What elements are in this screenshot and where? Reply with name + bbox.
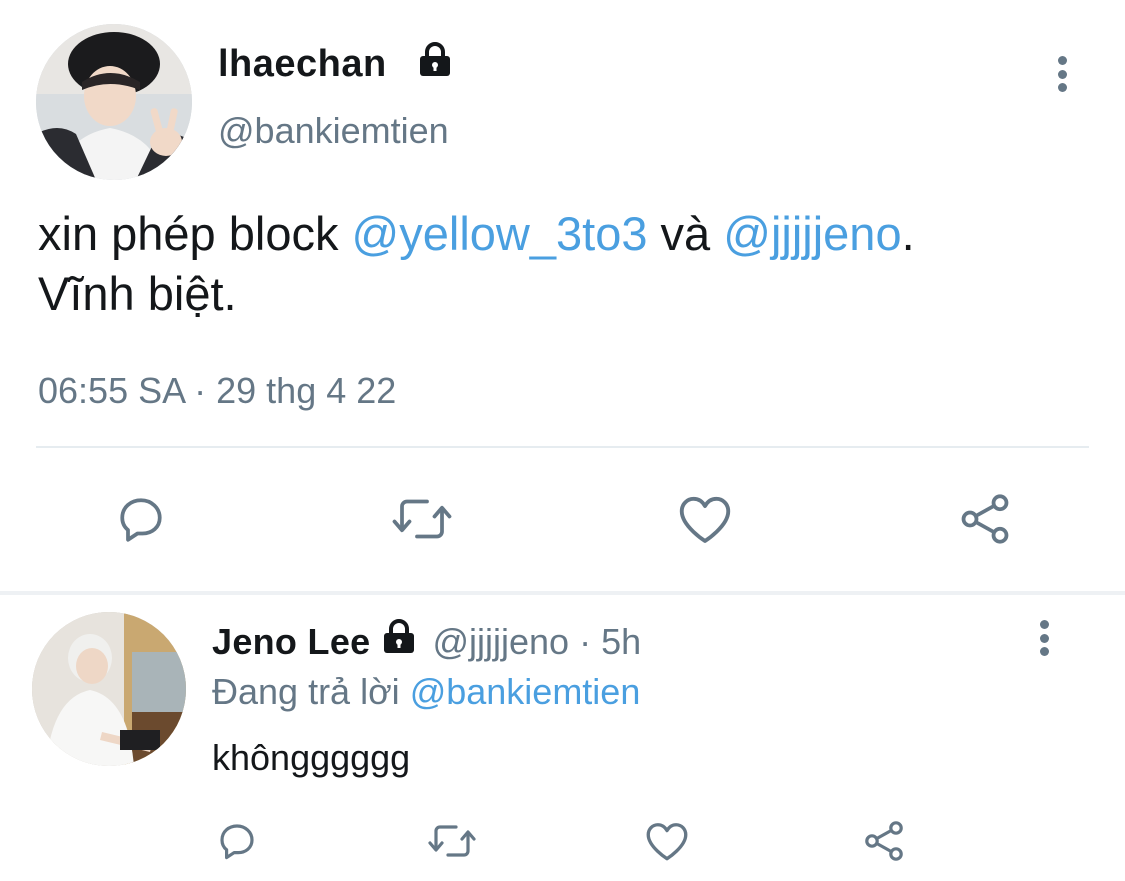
section-separator xyxy=(0,591,1125,595)
lock-icon xyxy=(380,617,418,664)
more-options-icon[interactable] xyxy=(1056,56,1068,92)
tweet-text-prefix: xin phép block xyxy=(38,207,352,260)
retweet-icon xyxy=(392,499,452,539)
heart-icon xyxy=(679,496,731,543)
reply-like-button[interactable] xyxy=(640,814,694,868)
share-icon xyxy=(865,821,903,861)
lock-icon xyxy=(416,40,454,83)
reply-icon xyxy=(220,824,254,860)
retweet-button[interactable] xyxy=(388,486,456,552)
reply-share-button[interactable] xyxy=(858,814,910,868)
tweet-text-line-1: xin phép block @yellow_3to3 và @jjjjjeno… xyxy=(38,204,1098,264)
reply-meta-separator: · xyxy=(569,621,602,662)
author-name[interactable]: lhaechan xyxy=(218,42,387,86)
mention-link-yellow[interactable]: @yellow_3to3 xyxy=(352,207,648,260)
reply-icon xyxy=(120,498,162,542)
tweet-text-suffix: . xyxy=(901,207,915,260)
reply-author-name[interactable]: Jeno Lee xyxy=(212,621,370,663)
avatar-photo xyxy=(32,612,186,766)
author-handle[interactable]: @bankiemtien xyxy=(218,110,449,152)
share-button[interactable] xyxy=(952,486,1018,552)
share-icon xyxy=(961,494,1009,544)
replying-to-label: Đang trả lời xyxy=(212,671,410,712)
retweet-icon xyxy=(428,825,476,857)
reply-author-avatar[interactable] xyxy=(32,612,186,766)
reply-header: Jeno Lee @jjjjjeno · 5h xyxy=(212,617,641,664)
author-avatar[interactable] xyxy=(36,24,192,180)
reply-retweet-button[interactable] xyxy=(424,814,480,868)
reply-reply-button[interactable] xyxy=(212,814,262,868)
replying-to-mention[interactable]: @bankiemtien xyxy=(410,671,641,712)
reply-text: khôngggggg xyxy=(212,737,411,778)
replying-to-line: Đang trả lời @bankiemtien xyxy=(212,670,640,714)
tweet-text-line-2: Vĩnh biệt. xyxy=(38,267,237,320)
avatar-photo xyxy=(36,24,192,180)
tweet-timestamp[interactable]: 06:55 SA · 29 thg 4 22 xyxy=(38,370,396,412)
tweet-text: xin phép block @yellow_3to3 và @jjjjjeno… xyxy=(38,204,1098,324)
reply-button[interactable] xyxy=(108,486,174,552)
divider xyxy=(36,446,1089,448)
reply-author-handle[interactable]: @jjjjjeno xyxy=(432,621,569,663)
reply-age[interactable]: 5h xyxy=(601,621,641,663)
mention-link-jeno[interactable]: @jjjjjeno xyxy=(723,207,901,260)
like-button[interactable] xyxy=(672,486,738,552)
reply-more-options-icon[interactable] xyxy=(1038,620,1050,656)
tweet-text-middle: và xyxy=(647,207,724,260)
heart-icon xyxy=(646,823,688,861)
